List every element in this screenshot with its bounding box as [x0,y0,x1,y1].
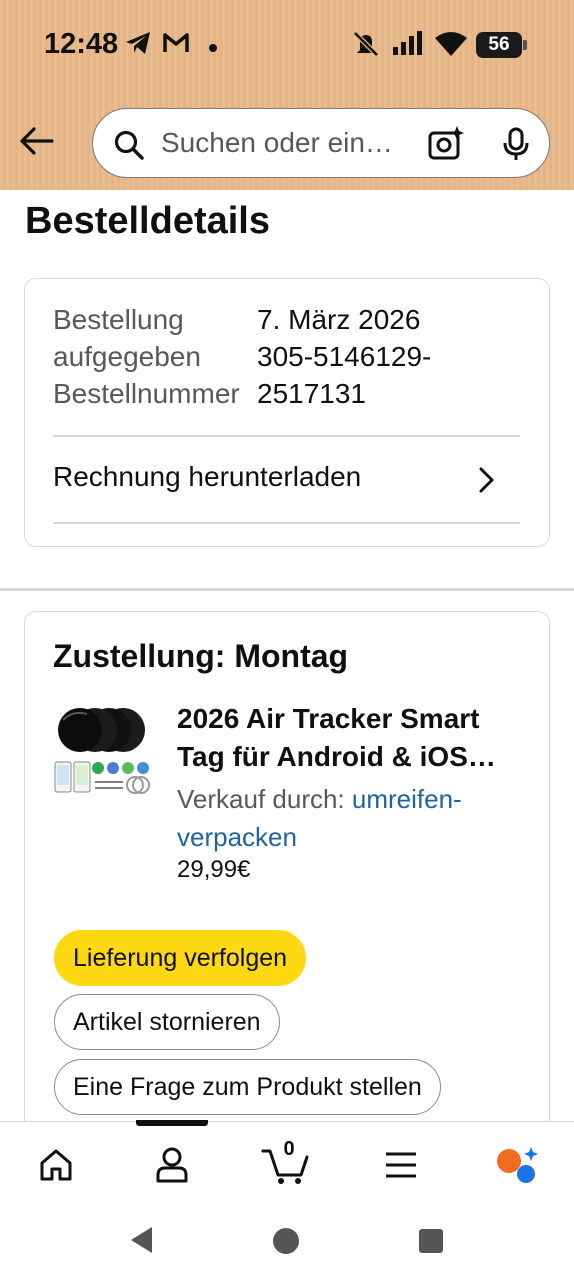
back-button[interactable] [14,118,60,164]
order-number-value-line2: 2517131 [257,378,367,409]
home-icon [40,1149,72,1181]
nav-rufus[interactable] [486,1142,546,1188]
system-back-button[interactable] [128,1225,156,1260]
camera-lens-icon[interactable] [427,125,465,166]
order-number-value-line1: 305-5146129- [257,341,432,372]
cancel-item-button[interactable]: Artikel stornieren [54,994,280,1050]
arrow-left-icon [20,127,54,155]
dot-icon [208,40,218,58]
triangle-back-icon [131,1227,152,1253]
gmail-icon [162,30,190,61]
system-recents-button[interactable] [418,1228,444,1259]
search-input[interactable]: Suchen oder ein… [161,127,393,159]
delivery-title: Zustellung: Montag [53,638,349,674]
battery-icon: 56 [476,32,522,58]
nav-menu[interactable] [371,1142,431,1188]
order-date-value: 7. März 2026 [257,304,421,335]
nav-home[interactable] [26,1142,86,1188]
product-title-line1: 2026 Air Tracker Smart [177,703,480,734]
seller-info: Verkauf durch: umreifen-verpacken [177,780,517,856]
microphone-icon[interactable] [501,127,531,166]
page-title: Bestelldetails [25,200,270,242]
circle-home-icon [273,1228,299,1254]
product-price: 29,99€ [177,856,251,883]
square-recents-icon [419,1229,443,1253]
delivery-card: Zustellung: Montag 2026 Air Tracker Smar… [24,611,550,1171]
divider [53,522,520,524]
nav-account[interactable] [142,1142,202,1188]
section-divider [0,588,574,591]
mute-icon [352,30,380,63]
chevron-right-icon [477,465,497,500]
product-image[interactable] [53,700,153,800]
rufus-icon [497,1147,538,1183]
status-time: 12:48 [44,28,119,60]
system-navigation-bar [0,1201,574,1280]
bottom-navigation: 0 [0,1120,574,1202]
product-title[interactable]: 2026 Air Tracker Smart Tag für Android &… [177,700,537,776]
download-invoice-row[interactable]: Rechnung herunterladen [53,437,520,523]
order-info-card: Bestellung aufgegeben Bestellnummer 7. M… [24,278,550,547]
system-home-button[interactable] [272,1227,300,1260]
search-bar[interactable]: Suchen oder ein… [92,108,550,178]
product-title-line2: Tag für Android & iOS… [177,741,496,772]
signal-icon [392,30,424,61]
search-icon [113,129,145,166]
cart-count: 0 [283,1138,295,1160]
wifi-icon [434,30,468,63]
download-invoice-label: Rechnung herunterladen [53,461,362,492]
telegram-icon [124,30,152,61]
seller-prefix: Verkauf durch: [177,784,345,814]
order-date-label-line2: aufgegeben [53,341,201,372]
ask-question-button[interactable]: Eine Frage zum Produkt stellen [54,1059,441,1115]
battery-tip [523,40,527,50]
menu-icon [386,1152,416,1178]
order-number-label: Bestellnummer [53,378,240,409]
header-bar: 12:48 56 Suchen oder ein… [0,0,574,190]
nav-cart[interactable]: 0 [256,1138,316,1188]
order-date-label-line1: Bestellung [53,304,184,335]
account-icon [156,1147,188,1183]
track-delivery-button[interactable]: Lieferung verfolgen [54,930,307,986]
status-bar: 12:48 56 [0,0,574,92]
active-tab-indicator [136,1120,208,1126]
